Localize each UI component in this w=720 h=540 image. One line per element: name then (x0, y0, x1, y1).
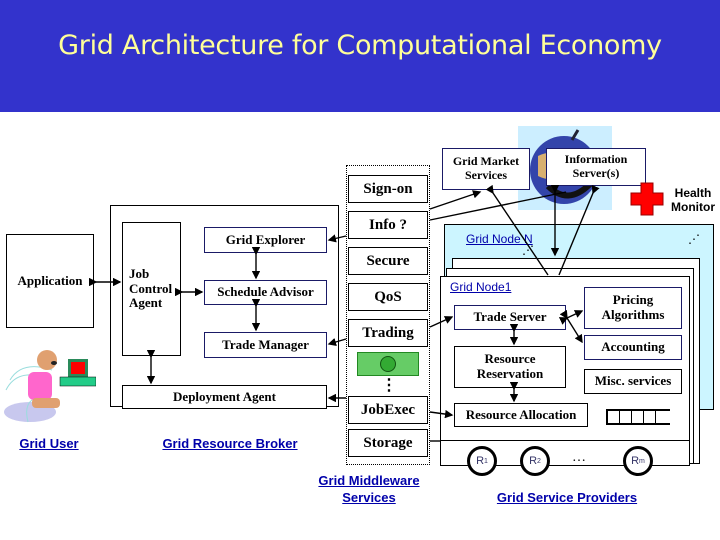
service-sign-on-label: Sign-on (363, 180, 413, 197)
job-control-agent-label: Job Control Agent (129, 265, 173, 311)
pricing-algorithms-label: Pricing Algorithms (601, 292, 665, 322)
accounting-box: Accounting (584, 335, 682, 360)
grid-node-1-link[interactable]: Grid Node1 (450, 280, 511, 296)
services-ellipsis: ⋮ (381, 377, 397, 394)
resource-rm-name: R (631, 455, 640, 467)
deployment-agent-label: Deployment Agent (173, 388, 276, 404)
grid-explorer-label: Grid Explorer (225, 231, 306, 247)
resource-allocation-label: Resource Allocation (465, 406, 577, 422)
node-n-ellipsis: ⋰ (688, 232, 700, 246)
service-qos-label: QoS (374, 288, 402, 305)
resources-ellipsis: … (572, 450, 586, 465)
service-jobexec: JobExec (348, 396, 428, 424)
dollar-bill-icon (357, 352, 419, 376)
misc-services-box: Misc. services (584, 369, 682, 394)
resource-r1-name: R (476, 455, 485, 467)
service-storage-label: Storage (363, 434, 413, 451)
service-info: Info ? (348, 211, 428, 239)
trade-server-box: Trade Server (454, 305, 566, 330)
resource-r2-sub: 2 (537, 457, 541, 465)
resource-reservation-box: Resource Reservation (454, 346, 566, 388)
application-label: Application (17, 272, 83, 288)
grid-user-link[interactable]: Grid User (14, 436, 84, 453)
grid-market-services-box: Grid Market Services (442, 148, 530, 190)
node-1-ellipsis: ⋰ (522, 243, 534, 257)
information-servers-label: Information Server(s) (564, 152, 628, 180)
resource-rm-sub: m (639, 457, 645, 465)
service-trading-label: Trading (362, 324, 414, 341)
resource-r1: R1 (467, 446, 497, 476)
accounting-label: Accounting (601, 339, 665, 355)
arrow-signon-market (429, 190, 482, 210)
schedule-advisor-box: Schedule Advisor (204, 280, 327, 305)
resource-allocation-box: Resource Allocation (454, 403, 588, 427)
service-storage: Storage (348, 429, 428, 457)
page-title: Grid Architecture for Computational Econ… (58, 30, 662, 61)
application-box: Application (6, 234, 94, 328)
job-queue-icon (606, 409, 670, 425)
schedule-advisor-label: Schedule Advisor (217, 284, 314, 300)
trade-manager-box: Trade Manager (204, 332, 327, 358)
job-control-agent-box: Job Control Agent (122, 222, 181, 356)
resource-r2: R2 (520, 446, 550, 476)
grid-explorer-box: Grid Explorer (204, 227, 327, 253)
resource-reservation-label: Resource Reservation (476, 351, 544, 381)
grid-market-services-label: Grid Market Services (452, 154, 520, 182)
resource-divider (440, 440, 690, 441)
grid-user-illustration-icon (2, 350, 97, 430)
service-secure-label: Secure (366, 252, 410, 269)
misc-services-label: Misc. services (594, 373, 672, 389)
service-jobexec-label: JobExec (360, 401, 416, 418)
trade-manager-label: Trade Manager (222, 336, 309, 352)
resource-r1-sub: 1 (484, 457, 488, 465)
resource-rm: Rm (623, 446, 653, 476)
grid-middleware-link[interactable]: Grid Middleware Services (306, 473, 432, 507)
deployment-agent-box: Deployment Agent (122, 385, 327, 409)
health-monitor-cross-icon (630, 182, 664, 216)
pricing-algorithms-box: Pricing Algorithms (584, 287, 682, 329)
header-bar: Grid Architecture for Computational Econ… (0, 0, 720, 112)
trade-server-label: Trade Server (473, 309, 547, 325)
service-qos: QoS (348, 283, 428, 311)
service-sign-on: Sign-on (348, 175, 428, 203)
grid-resource-broker-link[interactable]: Grid Resource Broker (150, 436, 310, 453)
information-servers-box: Information Server(s) (546, 148, 646, 186)
resource-r2-name: R (529, 455, 538, 467)
service-trading: Trading (348, 319, 428, 347)
service-secure: Secure (348, 247, 428, 275)
health-monitor-label: Health Monitor (671, 186, 715, 215)
grid-service-providers-link[interactable]: Grid Service Providers (484, 490, 650, 507)
service-info-label: Info ? (369, 216, 407, 233)
